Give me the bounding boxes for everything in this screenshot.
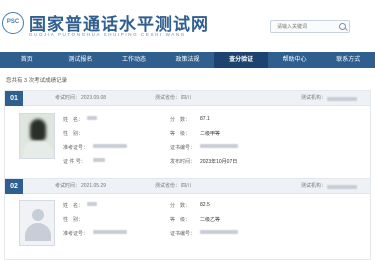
province: 四川 (181, 183, 192, 189)
name-label: 姓 名： (63, 203, 84, 209)
nav-contact[interactable]: 联系方式 (321, 52, 375, 68)
exam-time-label: 考试时间： (55, 183, 81, 189)
site-subtitle: GUOJIA PUTONGHUA SHUIPING CESHI WANG (29, 32, 186, 37)
score-record: 01 考试时间： 2023.09.08 测试省份： 四川 测试机构： 姓 名： … (4, 90, 371, 184)
nav-home[interactable]: 首页 (0, 52, 54, 68)
redacted-cert (200, 230, 238, 234)
province: 四川 (181, 95, 192, 101)
level-value: 二级乙等 (200, 217, 221, 223)
redacted-cert (200, 144, 238, 148)
search-input[interactable] (277, 22, 337, 32)
redacted-id (93, 158, 105, 162)
ticket-label: 准考证号： (63, 231, 89, 237)
nav-news[interactable]: 工作动态 (107, 52, 161, 68)
psc-logo[interactable]: PSC (2, 12, 24, 34)
score-value: 82.5 (200, 202, 210, 208)
record-number: 02 (5, 179, 23, 194)
default-avatar (19, 200, 55, 246)
score-record: 02 考试时间： 2021.05.29 测试省份： 四川 测试机构： 姓 名： … (4, 178, 371, 260)
search-box[interactable] (270, 20, 350, 33)
nav-help[interactable]: 帮助中心 (268, 52, 322, 68)
level-label: 等 级： (170, 217, 191, 223)
exam-time: 2023.09.08 (81, 95, 107, 101)
org-label: 测试机构： (301, 95, 327, 101)
name-label: 姓 名： (63, 117, 84, 123)
redacted-org (327, 185, 357, 189)
record-header: 02 考试时间： 2021.05.29 测试省份： 四川 测试机构： (5, 179, 370, 194)
redacted-org (327, 97, 357, 101)
redacted-name (87, 202, 97, 206)
cert-label: 证书编号： (170, 145, 196, 151)
search-icon[interactable] (339, 23, 346, 30)
site-header: PSC 国家普通话水平测试网 GUOJIA PUTONGHUA SHUIPING… (0, 0, 375, 52)
nav-registration[interactable]: 测试报名 (54, 52, 108, 68)
main-nav: 首页 测试报名 工作动态 政策法规 查分验证 帮助中心 联系方式 (0, 52, 375, 68)
province-label: 测试省份： (155, 183, 181, 189)
record-header: 01 考试时间： 2023.09.08 测试省份： 四川 测试机构： (5, 91, 370, 106)
province-label: 测试省份： (155, 95, 181, 101)
exam-time: 2021.05.29 (81, 183, 107, 189)
redacted-name (87, 116, 97, 120)
score-label: 分 数： (170, 203, 191, 209)
id-label: 证 件 号： (63, 159, 86, 165)
level-value: 二级甲等 (200, 131, 221, 137)
gender-label: 性 别： (63, 217, 84, 223)
redacted-ticket (93, 230, 127, 234)
cert-label: 证书编号： (170, 231, 196, 237)
score-value: 87.1 (200, 116, 210, 122)
exam-time-label: 考试时间： (55, 95, 81, 101)
level-label: 等 级： (170, 131, 191, 137)
org-label: 测试机构： (301, 183, 327, 189)
score-label: 分 数： (170, 117, 191, 123)
gender-label: 性 别： (63, 131, 84, 137)
record-count-notice: 您共有 3 次考试成绩记录 (6, 78, 68, 84)
nav-score-verify[interactable]: 查分验证 (214, 52, 268, 68)
candidate-photo (19, 113, 55, 159)
record-number: 01 (5, 91, 23, 106)
issue-label: 发布时间： (170, 159, 196, 165)
issue-date: 2023年10月07日 (200, 159, 238, 165)
ticket-label: 准考证号： (63, 145, 89, 151)
redacted-ticket (93, 144, 127, 148)
nav-policy[interactable]: 政策法规 (161, 52, 215, 68)
